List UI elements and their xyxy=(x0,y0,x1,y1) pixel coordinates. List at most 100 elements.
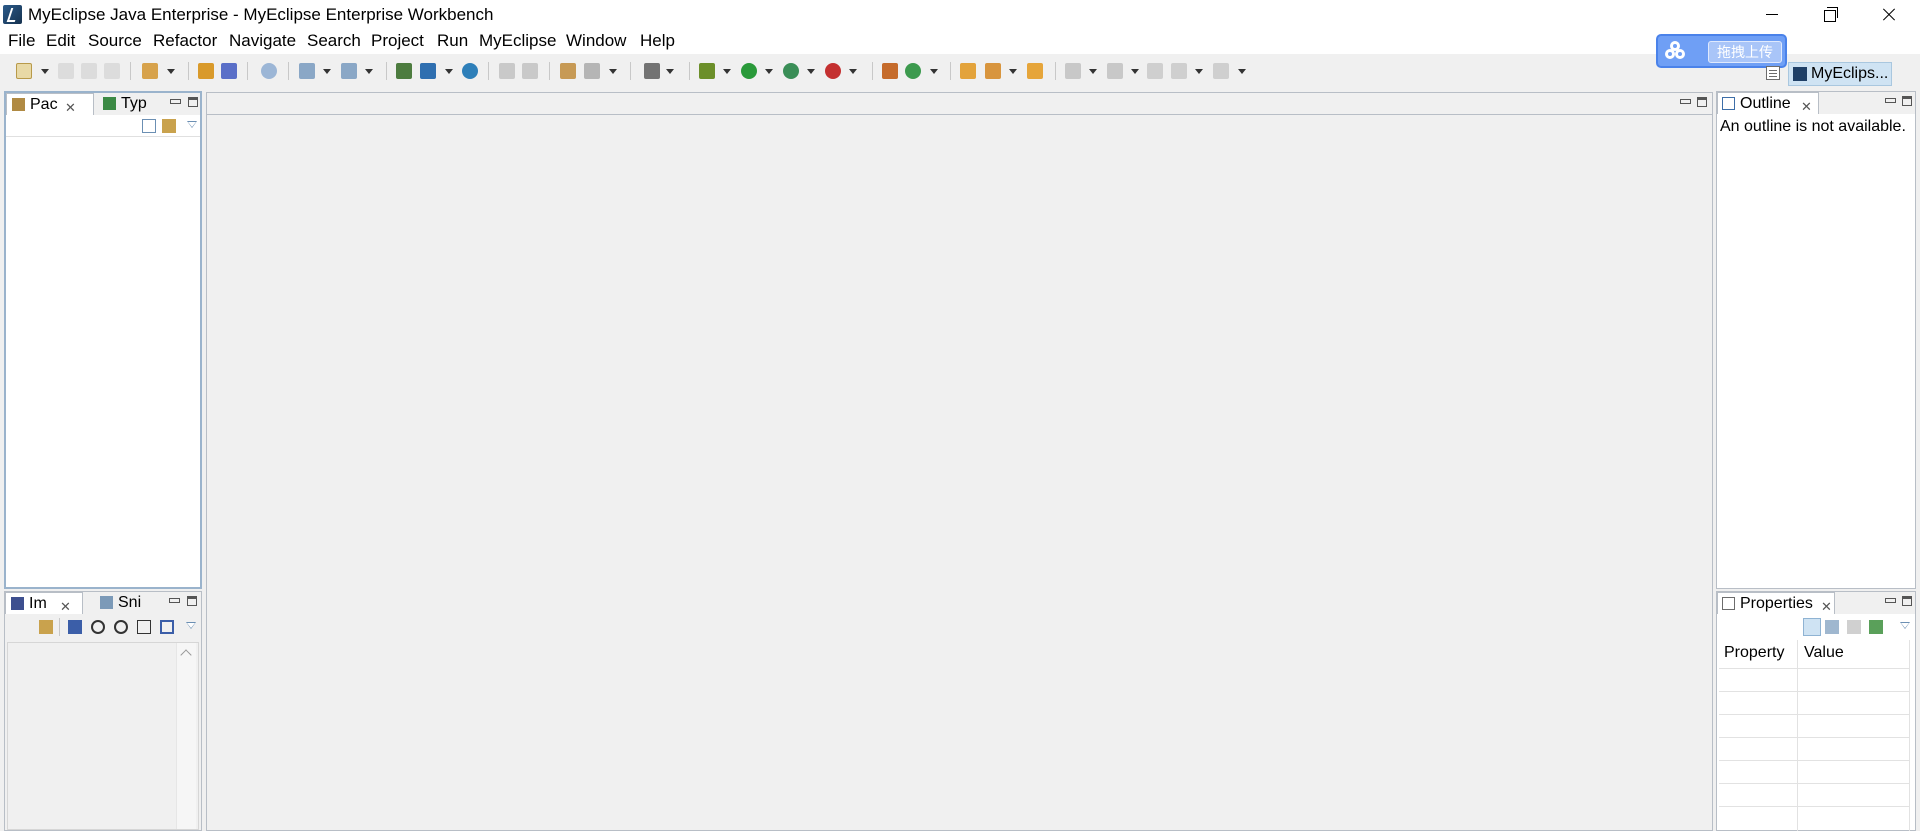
database-icon[interactable] xyxy=(396,63,412,79)
tab-image-preview[interactable]: Im ✕ xyxy=(5,592,83,614)
search-icon[interactable] xyxy=(584,63,600,79)
server-icon[interactable] xyxy=(341,63,357,79)
open-folder-icon[interactable] xyxy=(960,63,976,79)
close-tab-icon[interactable]: ✕ xyxy=(1821,596,1832,618)
menu-navigate[interactable]: Navigate xyxy=(227,31,298,51)
pencil-dropdown-icon[interactable] xyxy=(1009,69,1017,74)
maximize-editor-button[interactable] xyxy=(1697,97,1707,107)
back-icon[interactable] xyxy=(1171,63,1187,79)
previous-annotation-dropdown-icon[interactable] xyxy=(1131,69,1139,74)
minimize-editor-button[interactable] xyxy=(1680,97,1691,105)
menu-source[interactable]: Source xyxy=(86,31,144,51)
close-tab-icon[interactable]: ✕ xyxy=(60,596,71,618)
menu-project[interactable]: Project xyxy=(369,31,426,51)
new-class-icon[interactable] xyxy=(905,63,921,79)
save-all-icon[interactable] xyxy=(81,63,97,79)
maximize-view-button[interactable] xyxy=(1902,596,1912,606)
menu-edit[interactable]: Edit xyxy=(44,31,77,51)
fit-window-icon[interactable] xyxy=(160,620,174,634)
new-icon[interactable] xyxy=(16,63,32,79)
view-menu-icon[interactable] xyxy=(187,121,197,128)
maximize-view-button[interactable] xyxy=(188,97,198,107)
run-last-tool-icon[interactable] xyxy=(783,63,799,79)
previous-annotation-icon[interactable] xyxy=(1107,63,1123,79)
debug-dropdown-icon[interactable] xyxy=(723,69,731,74)
link-with-editor-icon[interactable] xyxy=(162,119,176,133)
link-icon[interactable] xyxy=(39,620,53,634)
vertical-scrollbar[interactable] xyxy=(176,643,196,829)
new-package-icon[interactable] xyxy=(560,63,576,79)
tab-type-hierarchy[interactable]: Typ xyxy=(98,93,158,115)
run-icon[interactable] xyxy=(741,63,757,79)
open-resource-icon[interactable] xyxy=(221,63,237,79)
menu-window[interactable]: Window xyxy=(564,31,628,51)
zoom-out-icon[interactable] xyxy=(91,620,105,634)
tab-outline[interactable]: Outline ✕ xyxy=(1717,92,1819,114)
server-dropdown-icon[interactable] xyxy=(365,69,373,74)
search-dropdown-icon[interactable] xyxy=(609,69,617,74)
minimize-view-button[interactable] xyxy=(1885,96,1896,104)
menu-file[interactable]: File xyxy=(6,31,37,51)
tab-snippets[interactable]: Sni xyxy=(95,592,155,614)
debug-icon[interactable] xyxy=(699,63,715,79)
back-dropdown-icon[interactable] xyxy=(1195,69,1203,74)
restore-default-icon[interactable] xyxy=(1847,620,1861,634)
forward-dropdown-icon[interactable] xyxy=(1238,69,1246,74)
restore-button[interactable] xyxy=(1801,0,1859,30)
new-wizard-icon[interactable] xyxy=(142,63,158,79)
close-button[interactable] xyxy=(1859,0,1917,30)
minimize-button[interactable] xyxy=(1743,0,1801,30)
report-icon[interactable] xyxy=(420,63,436,79)
minimize-view-button[interactable] xyxy=(169,596,180,604)
tab-properties[interactable]: Properties ✕ xyxy=(1717,592,1835,614)
save-icon[interactable] xyxy=(58,63,74,79)
actual-size-icon[interactable] xyxy=(137,620,151,634)
view-menu-icon[interactable] xyxy=(186,622,196,629)
zoom-in-icon[interactable] xyxy=(114,620,128,634)
camera-dropdown-icon[interactable] xyxy=(666,69,674,74)
open-type-icon[interactable] xyxy=(198,63,214,79)
tab-package-explorer[interactable]: Pac ✕ xyxy=(6,93,94,115)
minimize-view-button[interactable] xyxy=(1885,596,1896,604)
close-tab-icon[interactable]: ✕ xyxy=(1801,96,1812,118)
maximize-view-button[interactable] xyxy=(187,596,197,606)
pin-icon[interactable] xyxy=(1869,620,1883,634)
open-task-icon[interactable] xyxy=(1027,63,1043,79)
maximize-view-button[interactable] xyxy=(1902,96,1912,106)
forward-icon[interactable] xyxy=(1213,63,1229,79)
scroll-up-icon[interactable] xyxy=(180,649,192,661)
new-java-project-icon[interactable] xyxy=(882,63,898,79)
new-class-dropdown-icon[interactable] xyxy=(930,69,938,74)
menu-myeclipse[interactable]: MyEclipse xyxy=(477,31,558,51)
redo-icon[interactable] xyxy=(522,63,538,79)
deploy-icon[interactable] xyxy=(299,63,315,79)
print-icon[interactable] xyxy=(104,63,120,79)
pencil-icon[interactable] xyxy=(985,63,1001,79)
last-edit-icon[interactable] xyxy=(1147,63,1163,79)
menu-run[interactable]: Run xyxy=(435,31,470,51)
fit-image-icon[interactable] xyxy=(68,620,82,634)
report-dropdown-icon[interactable] xyxy=(445,69,453,74)
next-annotation-dropdown-icon[interactable] xyxy=(1089,69,1097,74)
minimize-view-button[interactable] xyxy=(170,97,181,105)
external-tools-icon[interactable] xyxy=(825,63,841,79)
run-last-tool-dropdown-icon[interactable] xyxy=(807,69,815,74)
run-dropdown-icon[interactable] xyxy=(765,69,773,74)
view-menu-icon[interactable] xyxy=(1900,622,1910,629)
show-advanced-icon[interactable] xyxy=(1825,620,1839,634)
menu-help[interactable]: Help xyxy=(638,31,677,51)
show-categories-icon[interactable] xyxy=(1803,618,1821,636)
globe-icon[interactable] xyxy=(462,63,478,79)
menu-refactor[interactable]: Refactor xyxy=(151,31,219,51)
external-tools-dropdown-icon[interactable] xyxy=(849,69,857,74)
new-wizard-dropdown-icon[interactable] xyxy=(167,69,175,74)
collapse-all-icon[interactable] xyxy=(142,119,156,133)
next-annotation-icon[interactable] xyxy=(1065,63,1081,79)
undo-icon[interactable] xyxy=(499,63,515,79)
baidu-upload-widget[interactable]: 拖拽上传 xyxy=(1656,34,1787,68)
web-browser-icon[interactable] xyxy=(261,63,277,79)
deploy-dropdown-icon[interactable] xyxy=(323,69,331,74)
perspective-myeclipse-button[interactable]: MyEclips... xyxy=(1788,62,1892,86)
menu-search[interactable]: Search xyxy=(305,31,363,51)
open-perspective-icon[interactable] xyxy=(1766,66,1780,80)
